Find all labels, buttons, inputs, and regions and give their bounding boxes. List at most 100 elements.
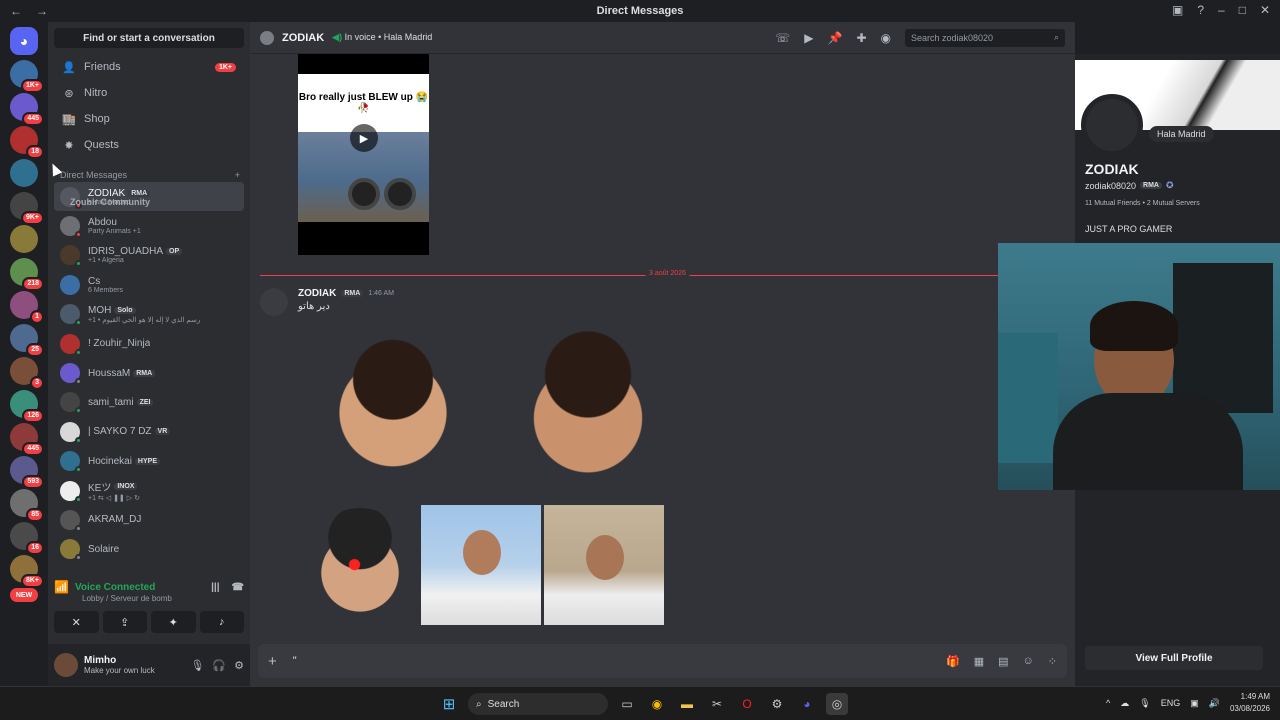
gift-icon[interactable]: 🎁 — [946, 655, 960, 668]
server-icon[interactable] — [10, 159, 38, 187]
dm-item[interactable]: Cs 6 Members — [54, 270, 244, 299]
in-voice-indicator[interactable]: ◀) In voice • Hala Madrid — [332, 32, 432, 43]
maximize-button[interactable]: □ — [1239, 3, 1246, 17]
server-icon[interactable]: 25 — [10, 324, 44, 357]
app-icon[interactable]: ⚙ — [766, 693, 788, 715]
dm-item[interactable]: | SAYKO 7 DZ VR — [54, 417, 244, 446]
dm-item[interactable]: Abdou Party Animals +1 — [54, 211, 244, 240]
dm-item[interactable]: ! Zouhir_Ninja — [54, 329, 244, 358]
microphone-icon[interactable]: 🎙 — [190, 659, 204, 672]
chat-header-name[interactable]: ZODIAK — [282, 32, 324, 44]
opera-icon[interactable]: O — [736, 693, 758, 715]
new-server-badge[interactable]: NEW — [10, 588, 38, 602]
server-icon[interactable]: 85 — [10, 489, 44, 522]
headphones-icon[interactable]: 🎧 — [212, 659, 226, 672]
forward-arrow-icon[interactable]: → — [36, 4, 48, 18]
voice-call-icon[interactable]: ☏ — [775, 31, 790, 45]
server-icon[interactable]: 126 — [10, 390, 44, 423]
server-icon[interactable]: 445 — [10, 93, 44, 126]
volume-icon[interactable]: 🔊 — [1209, 698, 1220, 709]
sticker-icon[interactable]: ▤ — [998, 655, 1008, 668]
clock[interactable]: 1:49 AM 03/08/2026 — [1230, 691, 1270, 715]
image-hands-on-head[interactable] — [421, 505, 541, 625]
noise-suppression-icon[interactable]: ||| — [211, 582, 219, 593]
server-icon[interactable]: 8K+ — [10, 555, 44, 588]
server-icon[interactable]: 445 — [10, 423, 44, 456]
language-indicator[interactable]: ENG — [1161, 698, 1181, 708]
server-icon[interactable]: 9K+ — [10, 192, 44, 225]
gif-icon[interactable]: ▦ — [974, 655, 984, 668]
mutual-info[interactable]: 11 Mutual Friends • 2 Mutual Servers — [1085, 200, 1200, 207]
dm-item[interactable]: HoussaM RMA — [54, 358, 244, 387]
activities-button[interactable]: ✦ — [151, 611, 196, 633]
windows-start-icon[interactable]: ⊞ — [438, 693, 460, 715]
message-input[interactable]: " — [293, 655, 297, 667]
soundboard-button[interactable]: ♪ — [199, 611, 244, 633]
dm-item[interactable]: Solaire — [54, 535, 244, 564]
video-call-icon[interactable]: ▶ — [804, 31, 813, 45]
chrome-icon[interactable]: ◉ — [646, 693, 668, 715]
sticker-tongue[interactable] — [318, 322, 468, 487]
create-dm-icon[interactable]: + — [235, 170, 240, 180]
camera-off-button[interactable]: ✕ — [54, 611, 99, 633]
task-view-icon[interactable]: ▭ — [616, 693, 638, 715]
close-button[interactable]: ✕ — [1260, 3, 1270, 17]
nav-item-quests[interactable]: ✸ Quests — [54, 132, 244, 158]
tray-mic-icon[interactable]: 🎙 — [1139, 698, 1150, 709]
emoji-icon[interactable]: ☺ — [1023, 655, 1034, 668]
inbox-icon[interactable]: ▣ — [1172, 3, 1183, 17]
help-icon[interactable]: ? — [1197, 3, 1204, 17]
dm-item[interactable]: KEツ INOX +1 ⇆ ◁ ❚❚ ▷ ↻ — [54, 476, 244, 505]
upload-plus-icon[interactable]: + — [268, 653, 277, 670]
image-salute[interactable] — [544, 505, 664, 625]
dm-item[interactable]: Hocinekai HYPE — [54, 447, 244, 476]
server-icon[interactable]: 1 — [10, 291, 44, 324]
server-icon[interactable]: 16 — [10, 522, 44, 555]
message-composer[interactable]: + " 🎁 ▦ ▤ ☺ ⁘ — [258, 644, 1067, 678]
apps-icon[interactable]: ⁘ — [1048, 655, 1057, 668]
user-avatar[interactable] — [54, 653, 78, 677]
profile-avatar[interactable] — [1081, 94, 1143, 156]
server-icon[interactable]: 3 — [10, 357, 44, 390]
video-embed[interactable]: Bro really just BLEW up 😭🥀 ▶ — [298, 54, 429, 255]
tray-chevron-icon[interactable]: ^ — [1106, 698, 1110, 708]
view-full-profile-button[interactable]: View Full Profile — [1085, 646, 1263, 670]
pinned-messages-icon[interactable]: 📌 — [828, 31, 843, 45]
dm-item[interactable]: AKRAM_DJ — [54, 505, 244, 534]
chat-search-input[interactable]: Search zodiak08020 ⌕ — [905, 28, 1065, 47]
play-icon[interactable]: ▶ — [350, 124, 378, 152]
dm-item[interactable]: MOH Solo +1 • رسم الذي لا إله إلا هو الحي … — [54, 300, 244, 329]
taskbar-search[interactable]: ⌕ Search — [468, 693, 608, 715]
server-icon[interactable] — [10, 225, 38, 253]
discord-taskbar-icon[interactable]: ◕ — [796, 693, 818, 715]
dm-item[interactable]: sami_tami ZEI — [54, 388, 244, 417]
settings-gear-icon[interactable]: ⚙ — [234, 659, 244, 672]
disconnect-icon[interactable]: ☎ — [232, 582, 244, 593]
message-author[interactable]: ZODIAK — [298, 288, 336, 299]
voice-channel[interactable]: Lobby / Serveur de bomb — [82, 594, 244, 603]
server-icon[interactable]: 18 — [10, 126, 44, 159]
message-avatar[interactable] — [260, 288, 288, 316]
find-conversation-button[interactable]: Find or start a conversation — [54, 28, 244, 48]
server-icon[interactable]: 1K+ — [10, 60, 44, 93]
back-arrow-icon[interactable]: ← — [10, 4, 22, 18]
file-explorer-icon[interactable]: ▬ — [676, 693, 698, 715]
sticker-shout[interactable] — [518, 322, 658, 497]
user-profile-icon[interactable]: ◉ — [881, 31, 891, 45]
steam-icon[interactable]: ◎ — [826, 693, 848, 715]
server-icon[interactable]: 593 — [10, 456, 44, 489]
discord-home-icon[interactable]: ◕ — [10, 27, 38, 55]
screen-share-button[interactable]: ⇪ — [102, 611, 147, 633]
network-icon[interactable]: ▣ — [1190, 698, 1199, 709]
sticker-red-eyes[interactable] — [305, 508, 415, 626]
nav-item-nitro[interactable]: ⊛ Nitro — [54, 80, 244, 106]
nav-item-shop[interactable]: 🏬 Shop — [54, 106, 244, 132]
snipping-tool-icon[interactable]: ✂ — [706, 693, 728, 715]
onedrive-icon[interactable]: ☁ — [1120, 698, 1129, 709]
add-friends-to-dm-icon[interactable]: ✚ — [856, 31, 866, 45]
server-icon[interactable]: 218 — [10, 258, 44, 291]
dm-item[interactable]: IDRIS_OUADHA OP +1 • Algeria — [54, 241, 244, 270]
nav-item-friends[interactable]: 👤 Friends 1K+ — [54, 54, 244, 80]
minimize-button[interactable]: – — [1218, 3, 1225, 17]
voice-status[interactable]: Voice Connected — [75, 582, 155, 593]
